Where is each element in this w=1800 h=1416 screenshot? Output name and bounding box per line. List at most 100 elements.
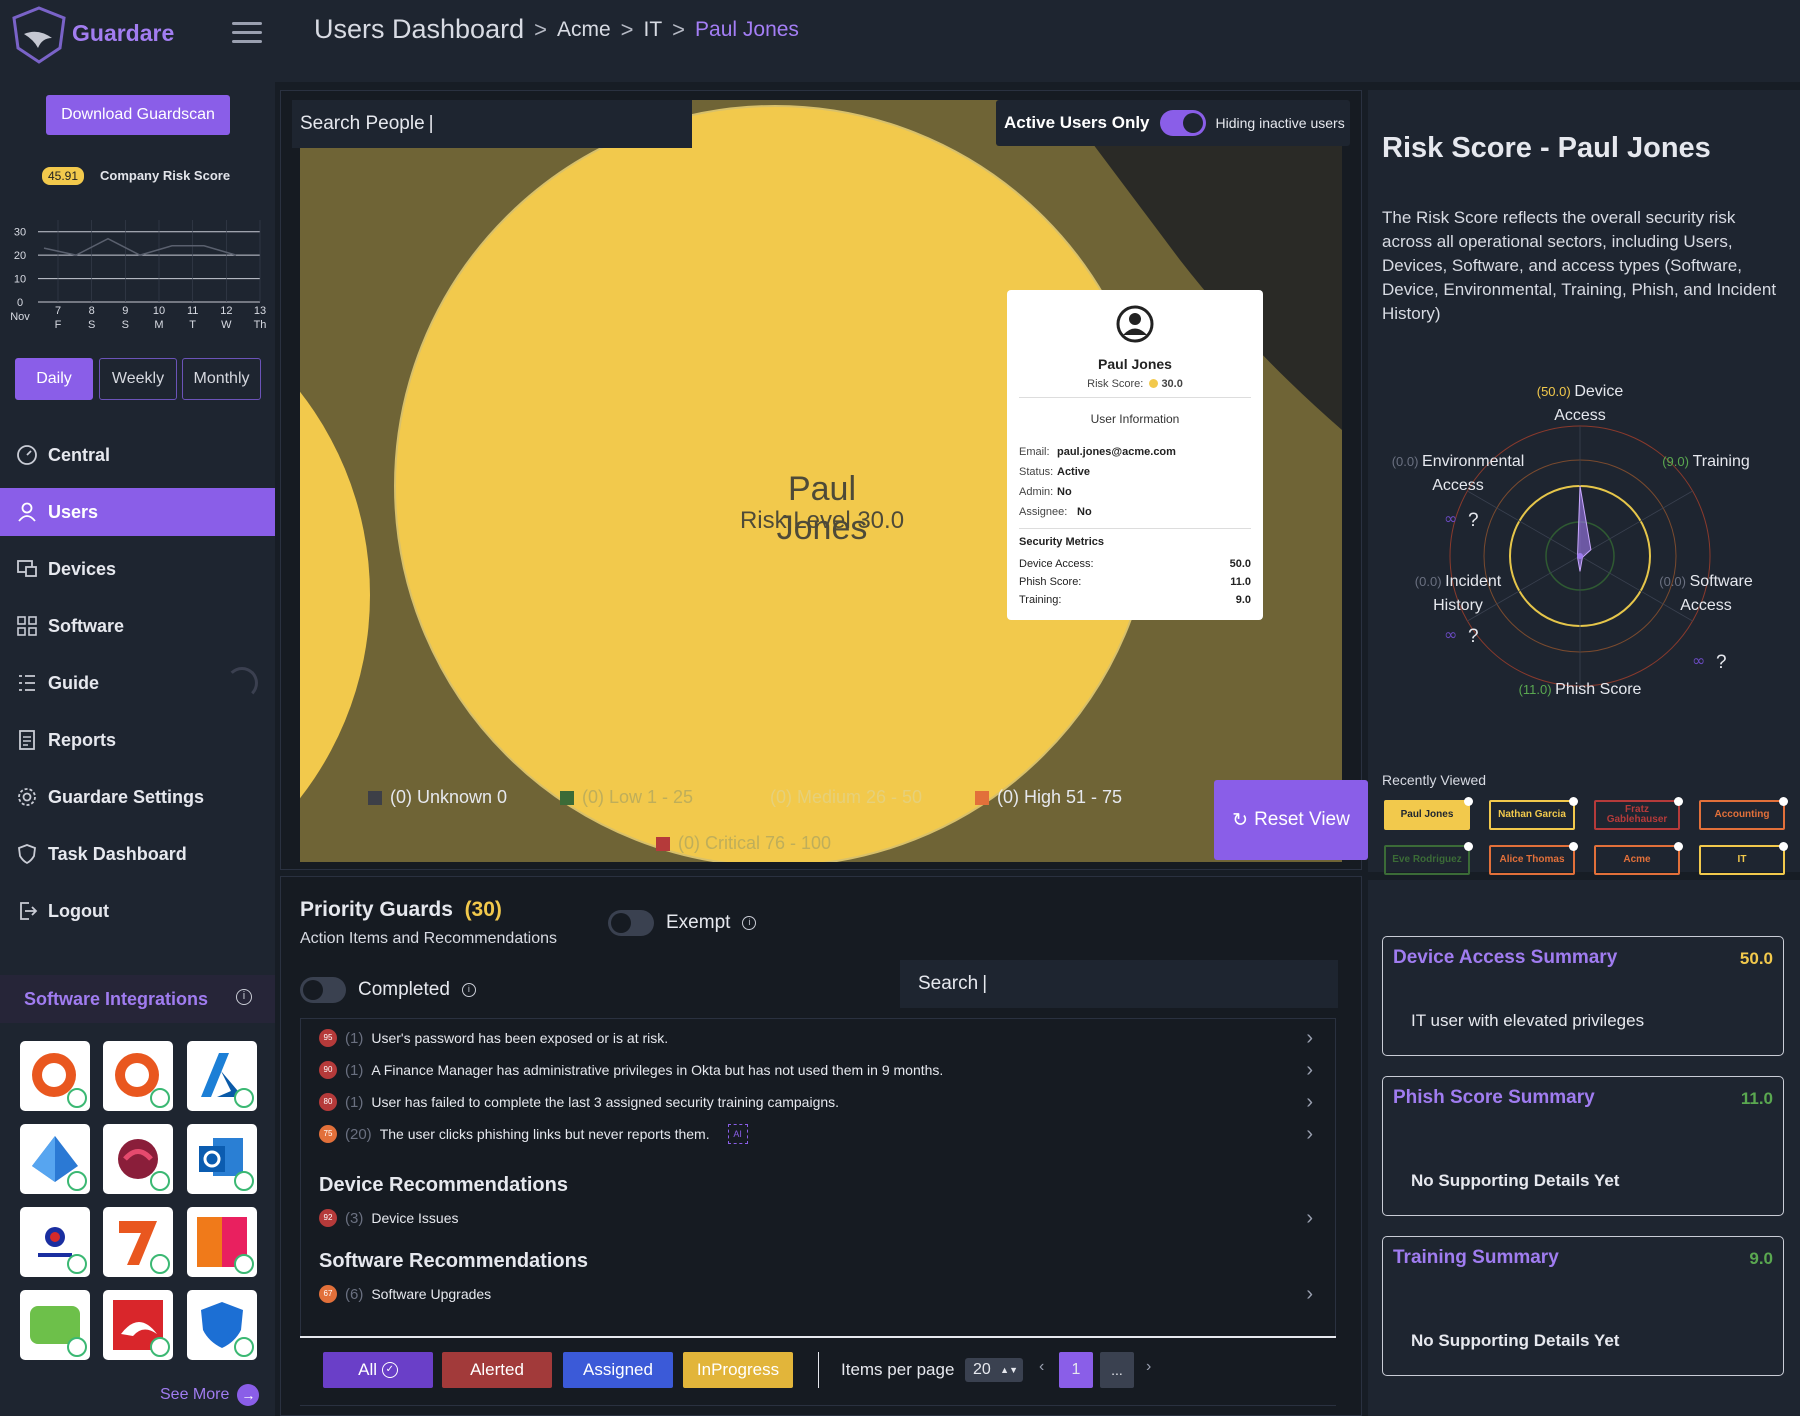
integration-tile-splunk[interactable]	[187, 1207, 257, 1277]
nav-task-dashboard[interactable]: Task Dashboard	[0, 830, 275, 878]
training-summary-card[interactable]: Training Summary 9.0 No Supporting Detai…	[1382, 1236, 1784, 1376]
chevron-right-icon: ›	[1306, 1122, 1313, 1145]
nav-logout[interactable]: Logout	[0, 887, 275, 935]
filter-assigned-button[interactable]: Assigned	[563, 1352, 673, 1388]
info-icon[interactable]: i	[461, 983, 476, 997]
summary-value: 9.0	[1749, 1249, 1773, 1268]
period-monthly-button[interactable]: Monthly	[182, 358, 261, 400]
info-icon[interactable]: i	[742, 916, 757, 930]
radar-axis-value: (11.0)	[1519, 682, 1556, 697]
metric-label: Training:	[1019, 594, 1062, 606]
period-weekly-button[interactable]: Weekly	[99, 358, 177, 400]
nav-devices[interactable]: Devices	[0, 545, 275, 593]
active-users-label: Active Users Only	[1004, 113, 1150, 132]
guards-search-input[interactable]: Search |	[900, 960, 1338, 1008]
integration-tile-5[interactable]	[103, 1124, 173, 1194]
metric-value: 9.0	[1235, 594, 1251, 606]
recently-viewed-chip[interactable]: IT	[1699, 842, 1788, 875]
integration-tile-2[interactable]	[103, 1041, 173, 1111]
nav-guardare-settings[interactable]: Guardare Settings	[0, 773, 275, 821]
exempt-toggle[interactable]	[608, 910, 654, 936]
see-more-link[interactable]: See More →	[160, 1384, 260, 1406]
summary-title: Device Access Summary	[1393, 947, 1618, 968]
guard-item[interactable]: 80 (1) User has failed to complete the las…	[319, 1088, 1313, 1116]
device-recommendation-item[interactable]: 92 (3) Device Issues ›	[319, 1204, 1313, 1232]
close-dot-icon[interactable]	[1569, 797, 1578, 806]
close-dot-icon[interactable]	[1569, 842, 1578, 851]
integration-tile-8[interactable]	[103, 1207, 173, 1277]
close-dot-icon[interactable]	[1674, 842, 1683, 851]
close-dot-icon[interactable]	[1464, 842, 1473, 851]
nav-software[interactable]: Software	[0, 602, 275, 650]
popup-risk-label: Risk Score:	[1087, 378, 1144, 390]
filter-all-button[interactable]: All ✓	[323, 1352, 433, 1388]
integration-tile-1[interactable]	[20, 1041, 90, 1111]
radar-axis-name: Device	[1574, 383, 1623, 400]
recently-viewed-chip[interactable]: Nathan Garcia	[1489, 797, 1578, 830]
recently-viewed-chip[interactable]: Fratz Gablehauser	[1594, 797, 1683, 830]
nav-users[interactable]: Users	[0, 488, 275, 536]
active-users-filter: Active Users Only Hiding inactive users	[996, 100, 1350, 146]
items-per-page-select[interactable]: 20 ▲▼	[965, 1358, 1023, 1382]
y-tick-label: 20	[14, 250, 26, 262]
nav-central[interactable]: Central	[0, 431, 275, 479]
risk-score-description: The Risk Score reflects the overall secu…	[1382, 208, 1777, 323]
close-dot-icon[interactable]	[1779, 797, 1788, 806]
recently-viewed-chip[interactable]: Acme	[1594, 842, 1683, 875]
item-text: User's password has been exposed or is a…	[371, 1030, 669, 1046]
ai-icon: AI	[727, 1124, 748, 1144]
recently-viewed-chip[interactable]: Accounting	[1699, 797, 1788, 830]
recently-viewed-chip[interactable]: Paul Jones	[1384, 797, 1473, 830]
menu-icon[interactable]	[232, 22, 262, 46]
integration-tile-adlumin[interactable]	[20, 1207, 90, 1277]
reset-view-button[interactable]: ↻ Reset View	[1214, 780, 1368, 860]
legend-label: (0) Unknown 0	[390, 787, 508, 807]
page-ellipsis-button[interactable]: ...	[1100, 1352, 1134, 1388]
x-tick-label: T	[189, 319, 196, 331]
next-page-icon[interactable]: ›	[1146, 1358, 1151, 1376]
summary-title: Training Summary	[1393, 1247, 1559, 1268]
close-dot-icon[interactable]	[1464, 797, 1473, 806]
page-1-button[interactable]: 1	[1059, 1352, 1093, 1388]
breadcrumb-current: Paul Jones	[695, 17, 799, 41]
download-guardscan-button[interactable]: Download Guardscan	[46, 95, 230, 135]
popup-email-label: Email:	[1019, 446, 1050, 458]
search-people-input[interactable]: Search People |	[292, 100, 692, 148]
integration-tile-azure[interactable]	[187, 1041, 257, 1111]
info-icon[interactable]: i	[236, 989, 252, 1005]
breadcrumb-root[interactable]: Users Dashboard	[314, 14, 524, 45]
integration-tile-defender[interactable]	[187, 1290, 257, 1360]
guard-item[interactable]: 95 (1) User's password has been exposed or…	[319, 1024, 1313, 1052]
breadcrumb-dept[interactable]: IT	[644, 18, 663, 42]
neighbor-bubble[interactable]	[300, 265, 370, 862]
completed-toggle[interactable]	[300, 977, 346, 1003]
phish-score-summary-card[interactable]: Phish Score Summary 11.0 No Supporting D…	[1382, 1076, 1784, 1216]
filter-alerted-button[interactable]: Alerted	[442, 1352, 552, 1388]
radar-axis-name-line2: Access	[1432, 477, 1484, 494]
filter-inprogress-button[interactable]: InProgress	[683, 1352, 793, 1388]
guard-item[interactable]: 75 (20) The user clicks phishing links but…	[319, 1120, 1313, 1148]
breadcrumb-org[interactable]: Acme	[557, 18, 611, 42]
close-dot-icon[interactable]	[1674, 797, 1683, 806]
recently-viewed-chip[interactable]: Eve Rodriguez	[1384, 842, 1473, 875]
radar-axis-value: (0.0)	[1659, 574, 1689, 589]
nav-settings-label: Guardare Settings	[48, 786, 205, 807]
brand-name: Guardare	[72, 20, 175, 46]
device-access-summary-card[interactable]: Device Access Summary 50.0 IT user with …	[1382, 936, 1784, 1056]
active-users-toggle[interactable]	[1159, 110, 1206, 136]
integration-tile-4[interactable]	[20, 1124, 90, 1194]
legend-critical: (0) Critical 76 - 100	[656, 833, 831, 854]
nav-reports[interactable]: Reports	[0, 716, 275, 764]
popup-status-label: Status:	[1019, 466, 1054, 478]
close-dot-icon[interactable]	[1779, 842, 1788, 851]
item-text: A Finance Manager has administrative pri…	[371, 1062, 944, 1078]
guard-item[interactable]: 90 (1) A Finance Manager has administrativ…	[319, 1056, 1313, 1084]
period-daily-button[interactable]: Daily	[15, 358, 93, 400]
x-tick-label: F	[55, 319, 62, 331]
prev-page-icon[interactable]: ‹	[1039, 1358, 1044, 1376]
recently-viewed-chip[interactable]: Alice Thomas	[1489, 842, 1578, 875]
integration-tile-duo[interactable]	[20, 1290, 90, 1360]
software-recommendation-item[interactable]: 67 (6) Software Upgrades ›	[319, 1280, 1313, 1308]
integration-tile-crowdstrike[interactable]	[103, 1290, 173, 1360]
integration-tile-outlook[interactable]	[187, 1124, 257, 1194]
